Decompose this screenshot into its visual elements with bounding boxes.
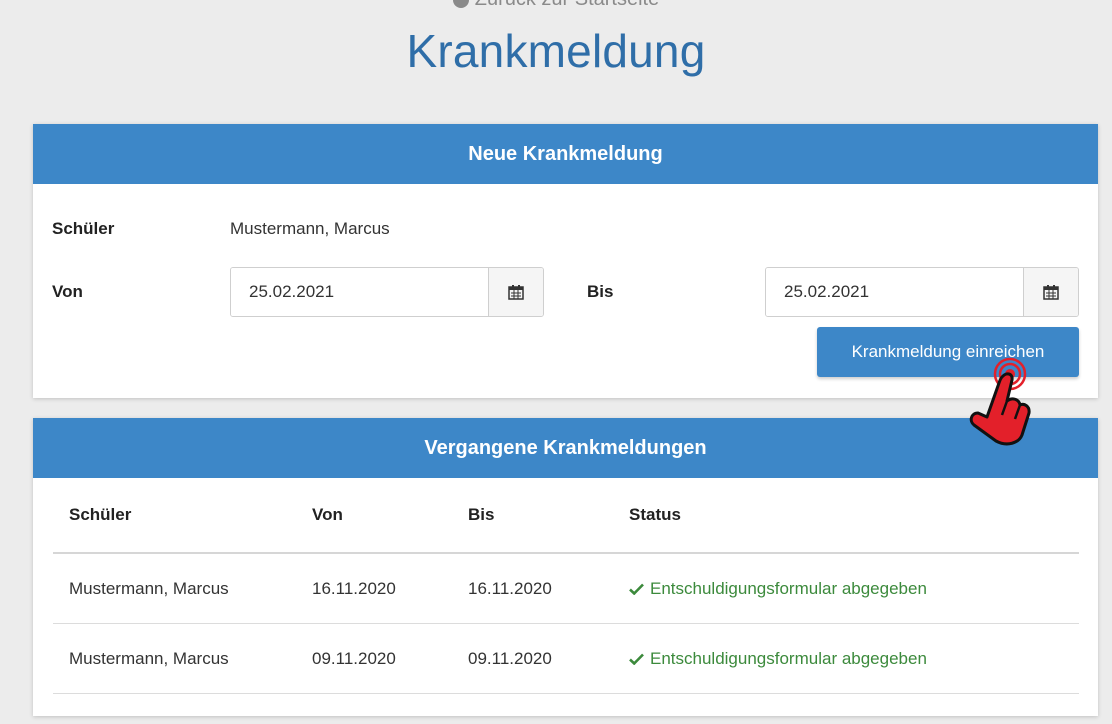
check-icon	[629, 653, 644, 665]
cell-to: 16.11.2020	[468, 578, 552, 598]
table-row: Mustermann, Marcus 09.11.2020 09.11.2020…	[53, 624, 1079, 694]
from-date-group	[230, 267, 544, 317]
from-label: Von	[52, 282, 83, 301]
new-report-header: Neue Krankmeldung	[33, 124, 1098, 184]
past-reports-table: Schüler Von Bis Status Mustermann, Marcu…	[53, 478, 1079, 694]
student-row: Schüler Mustermann, Marcus	[52, 219, 390, 239]
table-row: Mustermann, Marcus 16.11.2020 16.11.2020…	[53, 554, 1079, 624]
new-report-panel: Neue Krankmeldung Schüler Mustermann, Ma…	[33, 124, 1098, 398]
status-text: Entschuldigungsformular abgegeben	[650, 578, 927, 598]
cell-student: Mustermann, Marcus	[69, 578, 229, 598]
cell-from: 09.11.2020	[312, 648, 396, 668]
column-header-student: Schüler	[69, 505, 132, 524]
cell-student: Mustermann, Marcus	[69, 648, 229, 668]
student-value: Mustermann, Marcus	[230, 219, 390, 238]
column-header-status: Status	[629, 505, 681, 524]
cell-status: Entschuldigungsformular abgegeben	[629, 649, 1079, 669]
page-title: Krankmeldung	[406, 25, 706, 77]
cell-from: 16.11.2020	[312, 578, 396, 598]
table-header-row: Schüler Von Bis Status	[53, 478, 1079, 554]
back-arrow-icon	[452, 0, 469, 8]
calendar-icon	[1043, 285, 1059, 300]
back-to-home-link[interactable]: Zurück zur Startseite	[0, 0, 1112, 11]
to-label: Bis	[587, 282, 614, 301]
from-calendar-button[interactable]	[488, 268, 543, 316]
cell-status: Entschuldigungsformular abgegeben	[629, 579, 1079, 599]
from-date-input[interactable]	[231, 268, 488, 316]
submit-report-button[interactable]: Krankmeldung einreichen	[817, 327, 1079, 377]
calendar-icon	[508, 285, 524, 300]
column-header-from: Von	[312, 505, 343, 524]
back-link-label: Zurück zur Startseite	[475, 0, 660, 10]
pointing-hand-cursor-icon	[969, 357, 1031, 446]
to-date-group	[765, 267, 1079, 317]
check-icon	[629, 583, 644, 595]
column-header-to: Bis	[468, 505, 495, 524]
to-calendar-button[interactable]	[1023, 268, 1078, 316]
past-reports-header: Vergangene Krankmeldungen	[33, 418, 1098, 478]
cell-to: 09.11.2020	[468, 648, 552, 668]
to-date-input[interactable]	[766, 268, 1023, 316]
status-text: Entschuldigungsformular abgegeben	[650, 648, 927, 668]
student-label: Schüler	[52, 219, 115, 238]
past-reports-panel: Vergangene Krankmeldungen Schüler Von Bi…	[33, 418, 1098, 716]
page: Zurück zur Startseite Krankmeldung Neue …	[0, 0, 1112, 724]
